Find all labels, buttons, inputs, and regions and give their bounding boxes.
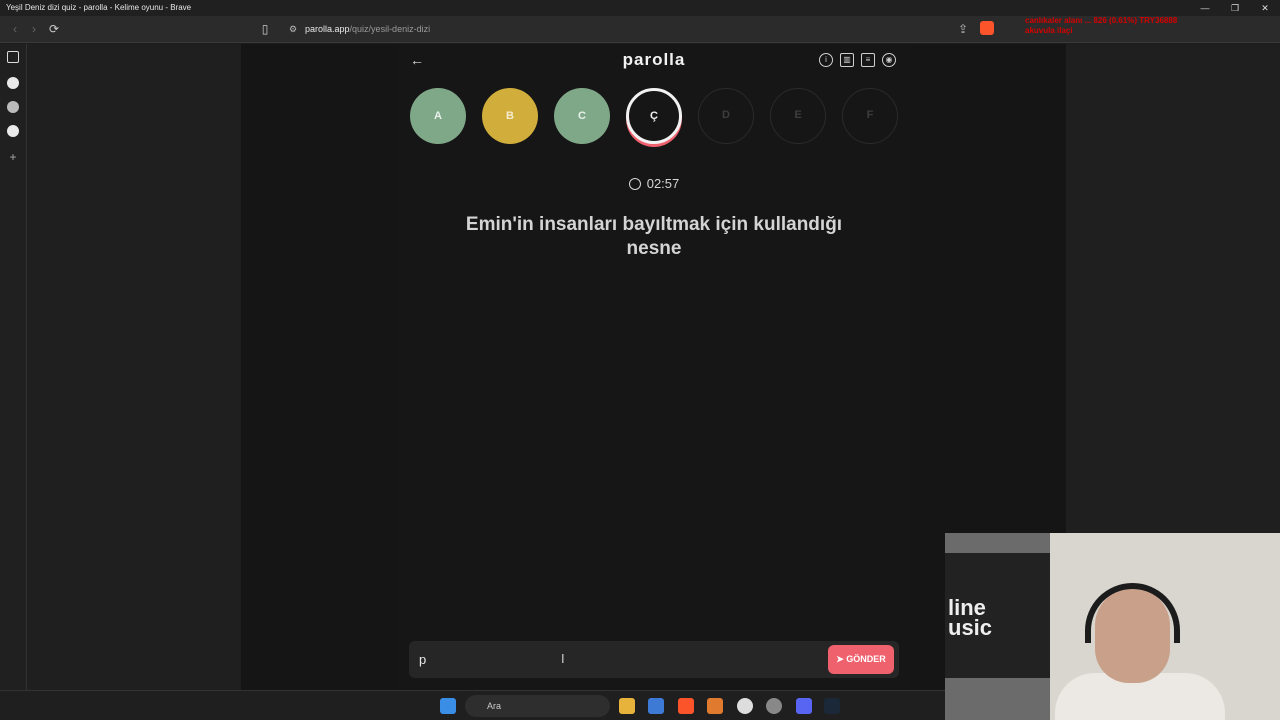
brave-taskbar-icon[interactable]	[678, 698, 694, 714]
ticker-line-1: canlıkaler alanı ... 826 (0.61%) TRY3688…	[1025, 16, 1178, 25]
timer-value: 02:57	[646, 176, 680, 191]
stats-icon[interactable]: ▥	[840, 53, 854, 67]
window-controls: — ❐ ✕	[1190, 0, 1280, 16]
windows-start-icon[interactable]	[440, 698, 456, 714]
url-domain: parolla.app	[305, 24, 350, 34]
sidebar-add-icon[interactable]: +	[7, 151, 19, 163]
taskbar-search[interactable]: Ara	[465, 695, 610, 717]
timer: 02:57	[398, 176, 910, 191]
letter-circle-ç: Ç	[626, 88, 682, 144]
text-cursor-icon: I	[561, 651, 565, 666]
store-icon[interactable]	[648, 698, 664, 714]
app-header: ← parolla i ▥ ≡ ◉	[398, 44, 910, 78]
answer-form: p I ➤ GÖNDER	[409, 641, 899, 678]
header-icons: i ▥ ≡ ◉	[819, 53, 896, 67]
minimize-button[interactable]: —	[1190, 0, 1220, 16]
brave-shields-icon[interactable]	[980, 21, 994, 35]
sidebar-app-icon-1[interactable]	[7, 77, 19, 89]
letter-circle-b: B	[482, 88, 538, 144]
window-title: Yeşil Deniz dizi quiz - parolla - Kelime…	[6, 3, 192, 12]
close-button[interactable]: ✕	[1250, 0, 1280, 16]
answer-input[interactable]: p	[419, 652, 426, 667]
ticker-line-2: akuvula ilaçi	[1025, 26, 1073, 35]
page-margin-left	[27, 44, 241, 690]
feedback-icon[interactable]: ≡	[861, 53, 875, 67]
info-icon[interactable]: i	[819, 53, 833, 67]
site-info-icon[interactable]: ⚙	[284, 20, 302, 38]
question-text: Emin'in insanları bayıltmak için kulland…	[465, 214, 843, 259]
overlay-ticker: canlıkaler alanı ... 826 (0.61%) TRY3688…	[1025, 16, 1270, 38]
clock-icon	[628, 178, 641, 190]
search-label: Ara	[487, 701, 502, 711]
sidebar-toggle-icon[interactable]	[7, 51, 19, 63]
forward-nav-icon[interactable]: ›	[25, 20, 43, 38]
app-icon-obs[interactable]	[737, 698, 753, 714]
letter-track: ABCÇDEF	[410, 88, 900, 148]
bookmark-icon[interactable]: ▯	[256, 20, 274, 38]
app-icon-flstudio[interactable]	[707, 698, 723, 714]
webcam-overlay: line usic	[945, 533, 1280, 720]
webcam-sign: line usic	[948, 595, 993, 640]
back-nav-icon[interactable]: ‹	[6, 20, 24, 38]
letter-circle-d: D	[698, 88, 754, 144]
send-icon: ➤	[836, 654, 847, 664]
letter-circle-c: C	[554, 88, 610, 144]
address-bar[interactable]: parolla.app/quiz/yesil-deniz-dizi	[305, 21, 430, 38]
sidebar-app-icon-3[interactable]	[7, 125, 19, 137]
send-label: GÖNDER	[846, 654, 886, 664]
reload-icon[interactable]: ⟳	[45, 20, 63, 38]
url-path: /quiz/yesil-deniz-dizi	[349, 24, 431, 34]
file-explorer-icon[interactable]	[619, 698, 635, 714]
share-icon[interactable]: ⇪	[954, 20, 972, 38]
send-button[interactable]: ➤ GÖNDER	[828, 645, 894, 674]
sidebar-app-icon-2[interactable]	[7, 101, 19, 113]
letter-circle-a: A	[410, 88, 466, 144]
profile-icon[interactable]: ◉	[882, 53, 896, 67]
letter-circle-e: E	[770, 88, 826, 144]
browser-sidebar: +	[0, 44, 27, 690]
letter-circle-f: F	[842, 88, 898, 144]
restore-button[interactable]: ❐	[1220, 0, 1250, 16]
app-icon-settings[interactable]	[766, 698, 782, 714]
steam-icon[interactable]	[824, 698, 840, 714]
window-titlebar: Yeşil Deniz dizi quiz - parolla - Kelime…	[0, 0, 1280, 16]
discord-icon[interactable]	[796, 698, 812, 714]
